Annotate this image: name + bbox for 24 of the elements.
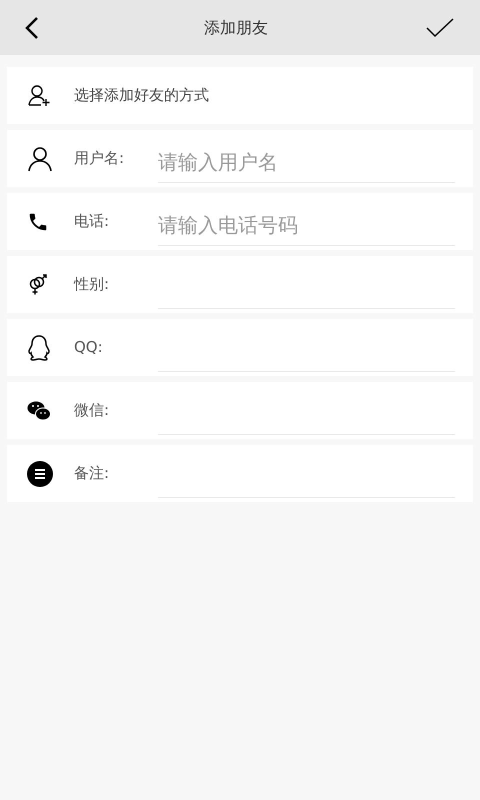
- form-row[interactable]: 性别:: [7, 256, 473, 313]
- field-label: QQ:: [74, 337, 104, 358]
- add-method-label: 选择添加好友的方式: [74, 85, 209, 106]
- penguin-icon: [27, 334, 51, 360]
- list-icon: [27, 460, 53, 486]
- field-label: 用户名:: [74, 148, 126, 170]
- form-row[interactable]: 微信:: [7, 382, 473, 439]
- page-title: 添加朋友: [204, 16, 268, 38]
- form-row[interactable]: QQ:: [7, 319, 473, 376]
- input-field[interactable]: 请输入电话号码: [158, 206, 455, 246]
- field-label: 微信:: [74, 400, 110, 422]
- person-icon: [27, 146, 53, 172]
- checkmark-icon: [426, 18, 454, 38]
- back-icon: [24, 16, 40, 40]
- gender-icon: [27, 274, 49, 296]
- field-label: 电话:: [74, 211, 110, 232]
- form-row[interactable]: 电话: 请输入电话号码: [7, 193, 473, 250]
- field-label: 性别:: [74, 274, 110, 296]
- input-field[interactable]: 请输入用户名: [158, 142, 455, 182]
- form-row[interactable]: 用户名: 请输入用户名: [7, 130, 473, 187]
- field-label: 备注:: [74, 463, 110, 484]
- chat-bubbles-icon: [27, 400, 51, 422]
- form-row[interactable]: 备注:: [7, 445, 473, 502]
- add-method-row[interactable]: 选择添加好友的方式: [7, 67, 473, 124]
